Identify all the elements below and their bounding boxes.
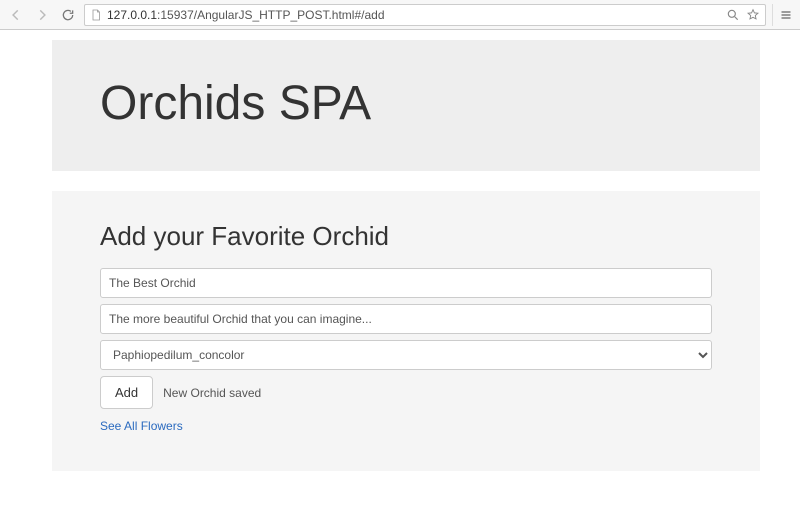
orchid-name-input[interactable] xyxy=(100,268,712,298)
form-heading: Add your Favorite Orchid xyxy=(100,221,712,252)
header-panel: Orchids SPA xyxy=(52,40,760,171)
page-icon xyxy=(89,8,103,22)
status-message: New Orchid saved xyxy=(163,386,261,400)
address-bar[interactable]: 127.0.0.1:15937/AngularJS_HTTP_POST.html… xyxy=(84,4,766,26)
url-text: 127.0.0.1:15937/AngularJS_HTTP_POST.html… xyxy=(107,8,721,22)
browser-toolbar: 127.0.0.1:15937/AngularJS_HTTP_POST.html… xyxy=(0,0,800,30)
bookmark-star-icon[interactable] xyxy=(745,7,761,23)
see-all-link[interactable]: See All Flowers xyxy=(100,419,183,433)
add-button[interactable]: Add xyxy=(100,376,153,409)
add-orchid-panel: Add your Favorite Orchid Paphiopedilum_c… xyxy=(52,191,760,471)
menu-button[interactable] xyxy=(772,4,794,26)
url-path: :15937/AngularJS_HTTP_POST.html#/add xyxy=(157,8,384,22)
orchid-description-input[interactable] xyxy=(100,304,712,334)
reload-button[interactable] xyxy=(58,5,78,25)
zoom-icon[interactable] xyxy=(725,7,741,23)
forward-button[interactable] xyxy=(32,5,52,25)
back-button[interactable] xyxy=(6,5,26,25)
app-title: Orchids SPA xyxy=(100,76,712,131)
page-viewport: Orchids SPA Add your Favorite Orchid Pap… xyxy=(0,30,800,517)
action-row: Add New Orchid saved xyxy=(100,376,712,409)
orchid-species-select[interactable]: Paphiopedilum_concolor xyxy=(100,340,712,370)
url-host: 127.0.0.1 xyxy=(107,8,157,22)
